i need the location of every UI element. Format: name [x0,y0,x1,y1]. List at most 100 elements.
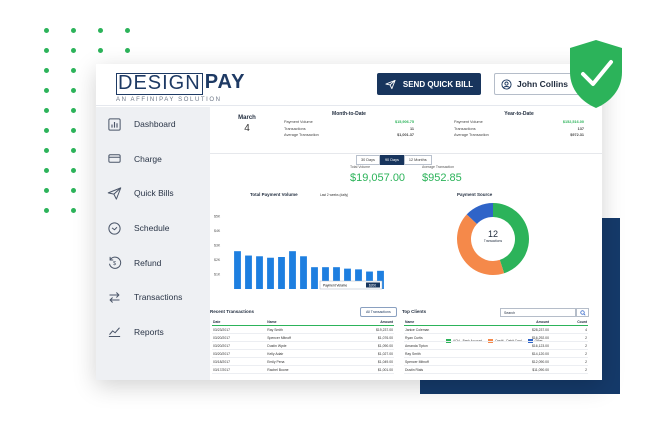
volume-bar[interactable] [245,255,252,289]
table-row[interactable]: 03/20/2017 Dustin Wyde $1,090.00 [212,341,394,351]
cell-amount: $14,120.00 [488,349,550,359]
search-icon [579,309,586,316]
y-tick-label: $2K [214,258,221,262]
sidebar-item-dashboard[interactable]: Dashboard [96,107,210,142]
clock-icon [108,221,121,235]
cell-name: Kelly Adair [266,349,340,359]
donut-center: 12 Transactions [473,229,513,243]
year-to-date-panel: Year-to-Date Payment Volume $152,516.00 T… [454,111,584,140]
table-row[interactable]: 03/23/2017 Ray Smith $19,237.00 [212,325,394,335]
y-tick-label: $4K [214,229,221,233]
cell-date: 03/18/2017 [212,357,267,367]
cell-name: Spencer Mitnoff [266,333,340,343]
logo-design-text: DESIGN [116,72,203,95]
range-30-days[interactable]: 30 Days [356,155,380,165]
sidebar-item-refund[interactable]: $ Refund [96,245,210,280]
table-row[interactable]: Spencer Mitnoff $12,090.00 2 [404,357,588,367]
volume-bar-chart: $5K $4K $3K $2K $1K Payment Volume $200 [214,214,384,290]
volume-bar[interactable] [234,251,241,289]
refund-icon: $ [109,256,122,270]
table-row[interactable]: Amanda Tipton $16,123.00 2 [404,341,588,351]
table-row[interactable]: Janice Coleman $28,237.00 4 [404,325,588,335]
logo-pay-text: PAY [204,71,246,93]
total-volume: Total Volume $19,057.00 [350,165,405,184]
cell-count: 2 [549,365,588,375]
y-tick-label: $1K [214,272,221,276]
cell-amount: $19,237.00 [339,325,394,335]
cell-amount: $1,076.00 [339,333,394,343]
table-row[interactable]: Ray Smith $14,120.00 2 [404,349,588,359]
tooltip-label: Payment Volume [323,284,347,288]
cell-name: Spencer Mitnoff [404,357,489,367]
sidebar-item-charge[interactable]: Charge [96,142,210,177]
volume-bar[interactable] [256,256,263,289]
stat-label: Average Transaction [454,133,489,137]
transfer-arrows-icon [109,291,120,303]
table-row[interactable]: Ryan Curtis $16,292.00 2 [404,333,588,343]
cell-name: Ray Smith [266,325,340,335]
send-quick-bill-button[interactable]: SEND QUICK BILL [377,73,481,95]
logo-tagline: AN AFFINIPAY SOLUTION [116,97,222,103]
table-row[interactable]: 03/17/2017 Rachel Boone $1,001.00 [212,365,394,375]
cell-date: 03/23/2017 [212,325,267,335]
cell-name: Amanda Tipton [404,341,489,351]
range-toggle: 30 Days 90 Days 12 Months [356,155,432,165]
client-search-button[interactable] [576,308,589,317]
cell-amount: $16,292.00 [488,333,550,343]
date-month: March [238,115,256,121]
volume-bar[interactable] [289,251,296,289]
cell-amount: $12,090.00 [488,357,550,367]
security-shield-icon [570,40,622,108]
sidebar-item-transactions[interactable]: Transactions [96,280,210,315]
cell-amount: $1,049.00 [339,357,394,367]
sidebar-item-label: Quick Bills [134,188,174,199]
sidebar-item-schedule[interactable]: Schedule [96,211,210,246]
paper-plane-icon [107,187,122,200]
cell-date: 03/20/2017 [212,333,267,343]
cell-name: Dustin Wyde [266,341,340,351]
cell-name: Dustin Rials [404,365,489,375]
y-tick-label: $5K [214,214,221,218]
sidebar-item-reports[interactable]: Reports [96,315,210,350]
table-row[interactable]: 03/18/2017 Emily Pena $1,049.00 [212,357,394,367]
cell-count: 2 [549,357,588,367]
top-clients-title: Top Clients [402,309,427,314]
volume-bar[interactable] [300,256,307,289]
credit-card-icon [108,154,121,164]
total-volume-value: $19,057.00 [350,172,406,184]
cell-amount: $1,027.00 [339,349,394,359]
range-12-months[interactable]: 12 Months [403,155,432,165]
dashboard-main: March 4 Month-to-Date Payment Volume $15,… [210,107,602,380]
volume-bar[interactable] [278,257,285,289]
donut-center-value: 12 [487,229,498,239]
cell-name: Janice Coleman [404,325,489,335]
range-90-days[interactable]: 90 Days [379,155,404,165]
stat-value: $1,001.37 [397,133,414,137]
client-search-input[interactable]: Search [500,308,576,317]
average-transaction: Average Transaction $952.85 [422,165,462,184]
bar-chart-icon [108,118,121,131]
volume-bar[interactable] [311,267,318,289]
table-row[interactable]: 03/20/2017 Spencer Mitnoff $1,076.00 [212,333,394,343]
designpay-logo: DESIGN PAY AN AFFINIPAY SOLUTION [116,71,246,103]
month-to-date-title: Month-to-Date [332,111,366,117]
all-transactions-button[interactable]: All Transactions [360,307,397,317]
sidebar-item-label: Refund [134,257,162,268]
table-row[interactable]: Dustin Rials $11,090.00 2 [404,365,588,375]
cell-count: 4 [549,325,588,335]
cell-date: 03/20/2017 [212,349,267,359]
svg-text:$: $ [113,261,117,267]
sidebar-item-label: Charge [134,153,162,164]
sidebar: Dashboard Charge Quick Bills Schedule $ … [96,107,210,380]
send-quick-bill-label: SEND QUICK BILL [402,79,474,89]
line-chart-icon [108,327,121,338]
recent-transactions-table: Date Name Amount 03/23/2017 Ray Smith $19,… [212,319,394,375]
column-header-amount: Amount [488,319,550,327]
bar-tooltip: Payment Volume $200 [319,280,383,290]
average-transaction-value: $952.85 [422,172,462,184]
volume-bar[interactable] [267,257,274,289]
donut-slice[interactable] [457,214,505,275]
sidebar-item-quick-bills[interactable]: Quick Bills [96,176,210,211]
table-row[interactable]: 03/20/2017 Kelly Adair $1,027.00 [212,349,394,359]
total-volume-label: Total Volume [350,165,371,169]
